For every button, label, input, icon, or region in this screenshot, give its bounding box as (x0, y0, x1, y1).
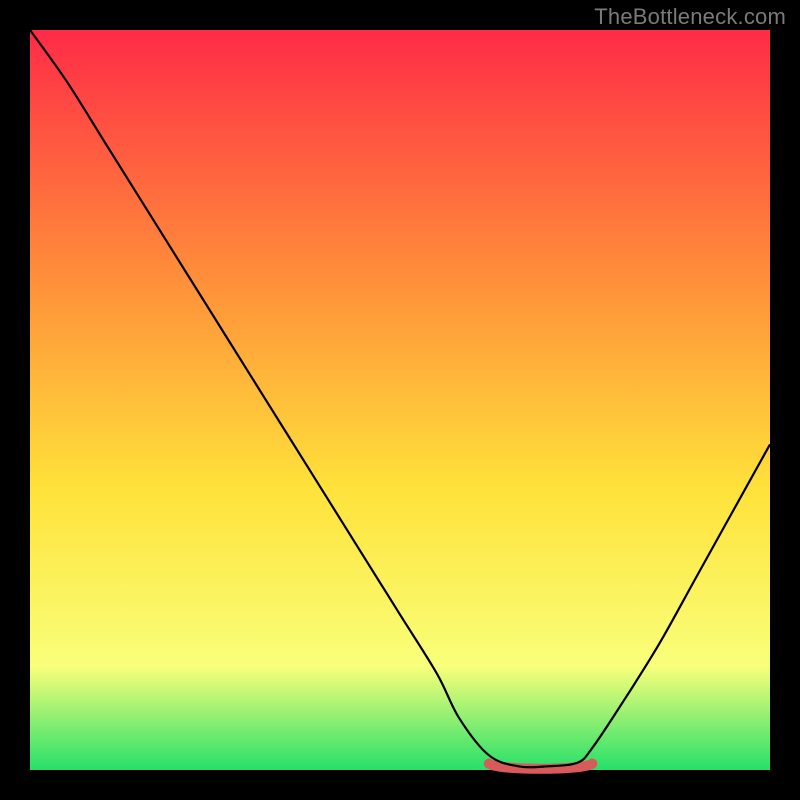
bottleneck-curve-line (30, 30, 770, 767)
chart-curve (30, 30, 770, 770)
watermark-text: TheBottleneck.com (594, 4, 786, 30)
chart-plot-area (30, 30, 770, 770)
